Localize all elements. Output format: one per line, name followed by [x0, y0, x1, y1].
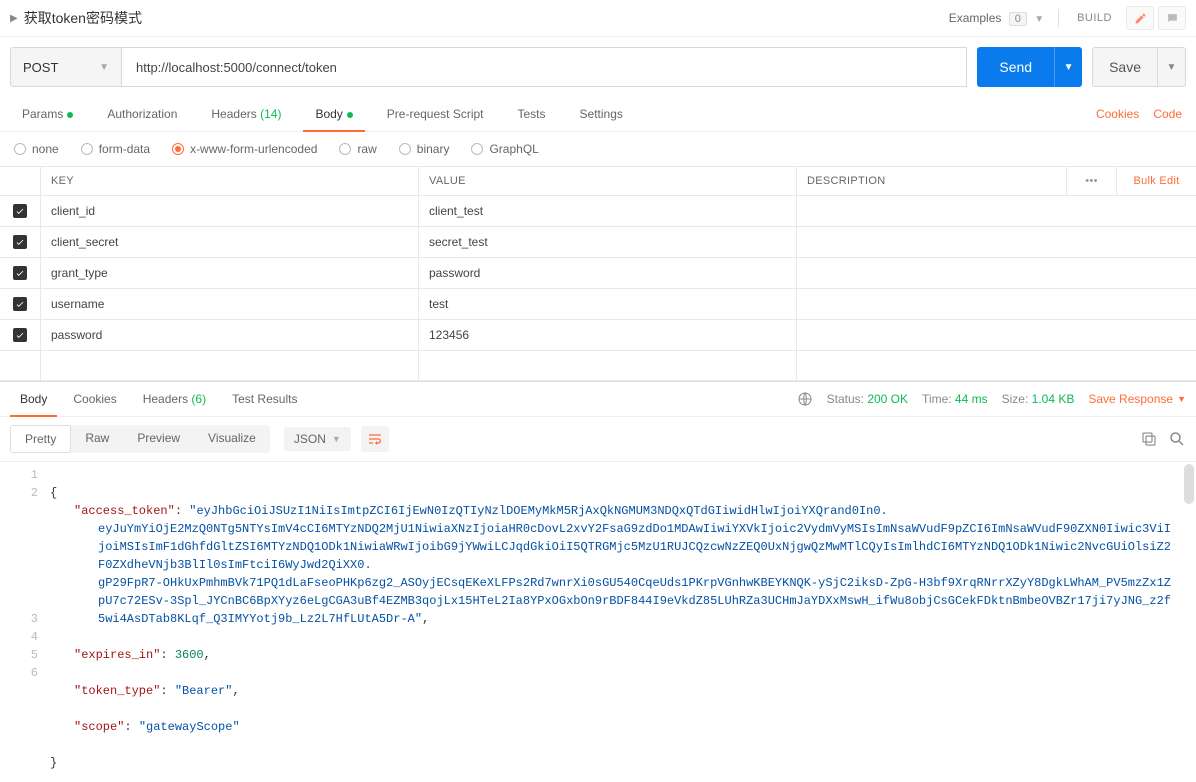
time-meta: Time: 44 ms: [922, 392, 988, 406]
save-response-dropdown[interactable]: Save Response ▼: [1088, 392, 1186, 406]
divider: [1058, 9, 1059, 27]
url-input[interactable]: [122, 47, 967, 87]
size-meta: Size: 1.04 KB: [1002, 392, 1075, 406]
description-input[interactable]: [807, 328, 1186, 342]
cookies-link[interactable]: Cookies: [1096, 107, 1139, 121]
save-button[interactable]: Save: [1092, 47, 1158, 87]
seg-preview[interactable]: Preview: [123, 425, 194, 453]
collapse-caret-icon[interactable]: ▶: [10, 13, 18, 24]
globe-icon[interactable]: [797, 391, 813, 407]
view-mode-segment: Pretty Raw Preview Visualize: [10, 425, 270, 453]
chevron-down-icon: ▼: [1034, 14, 1044, 25]
line-gutter: 1 2 3 4 5 6: [0, 466, 50, 772]
seg-pretty[interactable]: Pretty: [10, 425, 71, 453]
copy-icon[interactable]: [1140, 430, 1158, 448]
bulk-edit-link[interactable]: Bulk Edit: [1116, 167, 1196, 195]
chevron-down-icon: ▼: [332, 434, 341, 444]
table-row[interactable]: [0, 196, 1196, 227]
radio-graphql[interactable]: GraphQL: [471, 142, 538, 156]
wrap-lines-icon[interactable]: [361, 426, 389, 452]
table-row[interactable]: [0, 289, 1196, 320]
comment-icon[interactable]: [1158, 6, 1186, 30]
code-content[interactable]: { "access_token": "eyJhbGciOiJSUzI1NiIsI…: [50, 466, 1196, 772]
tab-authorization[interactable]: Authorization: [95, 97, 189, 131]
value-input[interactable]: [429, 328, 786, 342]
radio-none[interactable]: none: [14, 142, 59, 156]
examples-dropdown[interactable]: Examples 0 ▼: [949, 11, 1044, 26]
response-viewer-controls: Pretty Raw Preview Visualize JSON▼: [0, 417, 1196, 462]
request-name[interactable]: 获取token密码模式: [24, 8, 949, 28]
request-tabs: Params Authorization Headers (14) Body P…: [0, 97, 1196, 132]
checkbox-icon[interactable]: [13, 266, 27, 280]
more-options-icon[interactable]: •••: [1066, 167, 1116, 195]
radio-binary[interactable]: binary: [399, 142, 450, 156]
checkbox-icon[interactable]: [13, 204, 27, 218]
description-input[interactable]: [807, 204, 1186, 218]
resp-tab-cookies[interactable]: Cookies: [63, 382, 126, 416]
key-input[interactable]: [51, 297, 408, 311]
description-input[interactable]: [807, 266, 1186, 280]
seg-visualize[interactable]: Visualize: [194, 425, 270, 453]
language-select[interactable]: JSON▼: [284, 427, 351, 451]
tab-settings[interactable]: Settings: [568, 97, 635, 131]
resp-tab-body[interactable]: Body: [10, 382, 57, 416]
chevron-down-icon: ▼: [99, 62, 109, 73]
tab-prerequest[interactable]: Pre-request Script: [375, 97, 496, 131]
tab-tests[interactable]: Tests: [506, 97, 558, 131]
checkbox-icon[interactable]: [13, 328, 27, 342]
code-link[interactable]: Code: [1153, 107, 1182, 121]
save-dropdown[interactable]: ▼: [1158, 47, 1186, 87]
tab-headers[interactable]: Headers (14): [199, 97, 293, 131]
value-input[interactable]: [429, 297, 786, 311]
key-input[interactable]: [51, 235, 408, 249]
request-url-row: POST ▼ Send ▼ Save ▼: [0, 37, 1196, 97]
body-type-radios: none form-data x-www-form-urlencoded raw…: [0, 132, 1196, 166]
key-input[interactable]: [51, 328, 408, 342]
key-input[interactable]: [51, 266, 408, 280]
table-row[interactable]: [0, 320, 1196, 351]
response-tabs: Body Cookies Headers (6) Test Results St…: [0, 381, 1196, 417]
edit-icon[interactable]: [1126, 6, 1154, 30]
col-description: DESCRIPTION: [796, 167, 1066, 195]
send-dropdown[interactable]: ▼: [1054, 47, 1082, 87]
search-icon[interactable]: [1168, 430, 1186, 448]
status-meta: Status: 200 OK: [827, 392, 908, 406]
radio-raw[interactable]: raw: [339, 142, 376, 156]
radio-urlencoded[interactable]: x-www-form-urlencoded: [172, 142, 317, 156]
seg-raw[interactable]: Raw: [71, 425, 123, 453]
response-body-viewer[interactable]: 1 2 3 4 5 6 { "access_token": "eyJhbGciO…: [0, 462, 1196, 782]
table-row-empty[interactable]: [0, 351, 1196, 381]
table-header: KEY VALUE DESCRIPTION ••• Bulk Edit: [0, 167, 1196, 196]
description-input[interactable]: [807, 235, 1186, 249]
body-params-table: KEY VALUE DESCRIPTION ••• Bulk Edit: [0, 166, 1196, 381]
resp-tab-headers[interactable]: Headers (6): [133, 382, 216, 416]
key-input[interactable]: [51, 204, 408, 218]
table-row[interactable]: [0, 227, 1196, 258]
build-label: BUILD: [1077, 12, 1112, 24]
chevron-down-icon: ▼: [1167, 62, 1177, 73]
active-dot-icon: [347, 112, 353, 118]
chevron-down-icon: ▼: [1064, 62, 1074, 73]
value-input[interactable]: [429, 235, 786, 249]
radio-form-data[interactable]: form-data: [81, 142, 150, 156]
tab-params[interactable]: Params: [10, 97, 85, 131]
checkbox-icon[interactable]: [13, 235, 27, 249]
resp-tab-test-results[interactable]: Test Results: [222, 382, 307, 416]
tab-body[interactable]: Body: [303, 97, 364, 131]
active-dot-icon: [67, 112, 73, 118]
send-button[interactable]: Send: [977, 47, 1054, 87]
scrollbar-thumb[interactable]: [1184, 464, 1194, 504]
chevron-down-icon: ▼: [1177, 394, 1186, 404]
col-key: KEY: [40, 167, 418, 195]
table-row[interactable]: [0, 258, 1196, 289]
http-method-select[interactable]: POST ▼: [10, 47, 122, 87]
request-title-bar: ▶ 获取token密码模式 Examples 0 ▼ BUILD: [0, 0, 1196, 37]
value-input[interactable]: [429, 204, 786, 218]
col-value: VALUE: [418, 167, 796, 195]
description-input[interactable]: [807, 297, 1186, 311]
checkbox-icon[interactable]: [13, 297, 27, 311]
value-input[interactable]: [429, 266, 786, 280]
